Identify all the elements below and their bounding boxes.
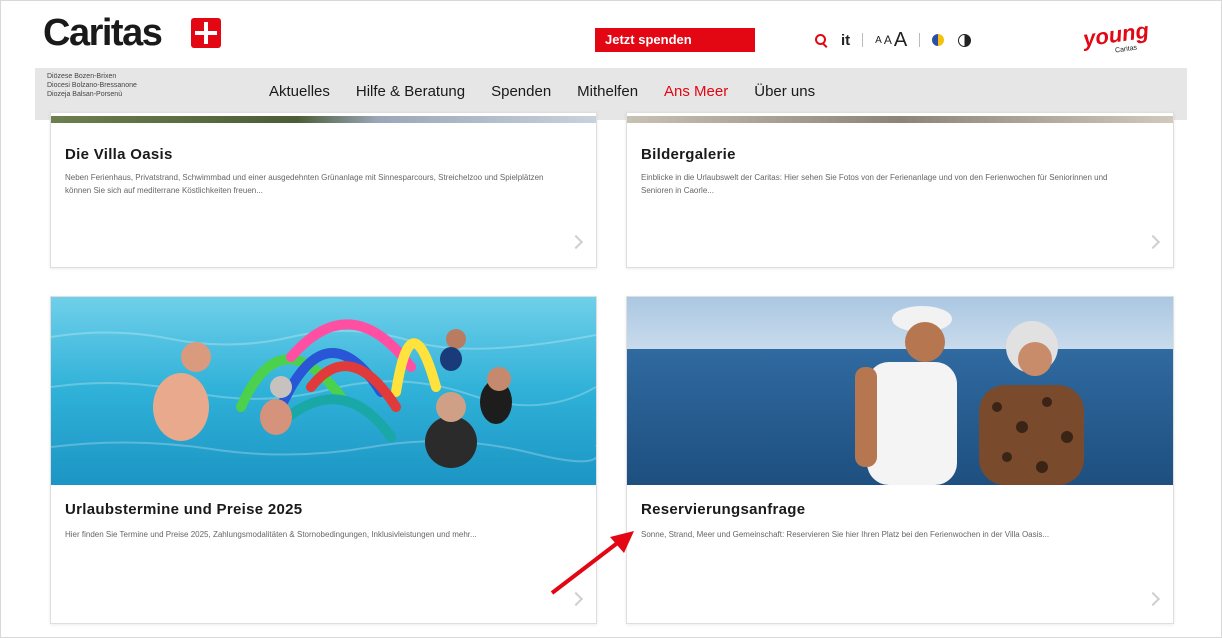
contrast-icon[interactable] [958,33,972,47]
card-image-sea [627,297,1173,485]
card-reservierungsanfrage[interactable]: Reservierungsanfrage Sonne, Strand, Meer… [626,296,1174,624]
pool-photo [51,297,596,485]
card-text: Sonne, Strand, Meer und Gemeinschaft: Re… [641,530,1050,539]
card-text: Hier finden Sie Termine und Preise 2025,… [65,530,477,539]
young-caritas-sub: Caritas [1114,44,1138,55]
diocese-line-lad: Diozeja Balsan-Porsenù [47,91,123,98]
sea-photo [627,297,1173,485]
card-title[interactable]: Reservierungsanfrage [641,501,805,518]
chevron-right-icon[interactable] [568,234,584,250]
caritas-logo[interactable]: Caritas [43,12,163,55]
chevron-right-icon[interactable] [1145,234,1161,250]
card-villa-oasis[interactable]: Die Villa Oasis Neben Ferienhaus, Privat… [50,112,597,268]
card-image-svg [627,116,1173,123]
card-bildergalerie[interactable]: Bildergalerie Einblicke in die Urlaubswe… [626,112,1174,268]
card-title[interactable]: Die Villa Oasis [65,146,173,163]
card-title[interactable]: Urlaubstermine und Preise 2025 [65,501,302,518]
card-image-svg [51,116,596,123]
card-image-pool [51,297,596,485]
nav-item-aktuelles[interactable]: Aktuelles [269,83,330,100]
language-switch-it[interactable]: it [841,32,850,49]
card-image [51,113,596,123]
nav-item-ueber-uns[interactable]: Über uns [754,83,815,100]
site-header: Caritas Jetzt spenden it A A A young Car… [35,8,1187,68]
diocese-line-de: Diözese Bozen-Brixen [47,73,117,80]
card-text: Einblicke in die Urlaubswelt der Caritas… [641,173,1108,195]
card-title[interactable]: Bildergalerie [641,146,736,163]
chevron-right-icon[interactable] [1145,591,1161,607]
diocese-line-it: Diocesi Bolzano-Bressanone [47,82,137,89]
card-text: Neben Ferienhaus, Privatstrand, Schwimmb… [65,173,544,195]
donate-button[interactable]: Jetzt spenden [595,28,755,52]
header-tools: it A A A [815,26,972,54]
font-size-medium[interactable]: A [884,33,892,47]
divider [862,33,864,47]
divider [919,33,921,47]
color-scheme-icon[interactable] [932,34,945,46]
caritas-cross-icon [191,18,221,48]
card-urlaubstermine[interactable]: Urlaubstermine und Preise 2025 Hier find… [50,296,597,624]
font-size-small[interactable]: A [875,35,882,46]
nav-item-spenden[interactable]: Spenden [491,83,551,100]
nav-menu: Aktuelles Hilfe & Beratung Spenden Mithe… [269,83,841,100]
font-size-large[interactable]: A [894,29,907,52]
search-icon[interactable] [815,34,827,46]
chevron-right-icon[interactable] [568,591,584,607]
diocese-names: Diözese Bozen-Brixen Diocesi Bolzano-Bre… [47,72,137,99]
nav-item-mithelfen[interactable]: Mithelfen [577,83,638,100]
nav-item-ans-meer[interactable]: Ans Meer [664,83,728,100]
nav-item-hilfe-beratung[interactable]: Hilfe & Beratung [356,83,465,100]
card-image [627,113,1173,123]
